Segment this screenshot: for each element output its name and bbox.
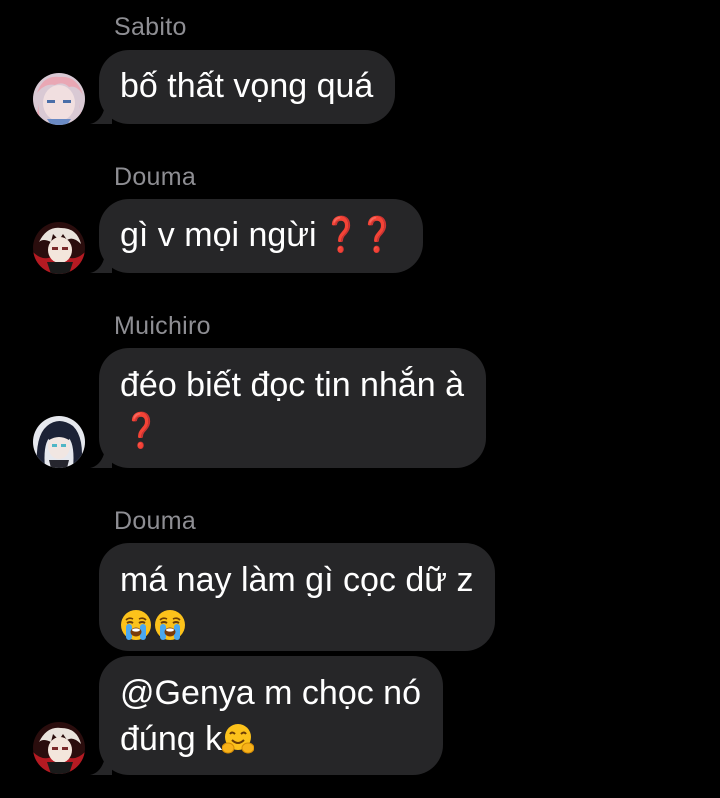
message-text: đéo biết đọc tin nhắn à: [120, 366, 465, 404]
question-mark-icon: ❓❓: [322, 216, 395, 254]
sabito-avatar[interactable]: [33, 73, 85, 125]
loudly-crying-face-icon: [120, 609, 152, 641]
bubble-tail: [90, 446, 112, 468]
message-text: bố thất vọng quá: [120, 67, 374, 105]
bubble-tail: [90, 753, 112, 775]
loudly-crying-face-icon: [154, 609, 186, 641]
question-mark-icon: ❓: [123, 412, 160, 450]
sender-name: Muichiro: [114, 312, 211, 340]
bubble-tail: [90, 102, 112, 124]
sender-name: Douma: [114, 163, 197, 191]
message-bubble[interactable]: đéo biết đọc tin nhắn à ❓: [99, 348, 487, 468]
message-bubble[interactable]: bố thất vọng quá: [99, 50, 396, 124]
message-text: đúng k: [120, 720, 223, 758]
douma-avatar[interactable]: [33, 722, 85, 774]
muichiro-avatar[interactable]: [33, 416, 85, 468]
sender-name: Sabito: [114, 13, 187, 41]
douma-avatar[interactable]: [33, 222, 85, 274]
group-chat-thread: Sabito bố thất vọng quá Douma gì v mọi n…: [0, 0, 720, 798]
message-bubble[interactable]: @Genya m chọc nó đúng k: [99, 656, 443, 775]
message-bubble[interactable]: gì v mọi ngừi ❓❓: [99, 199, 424, 273]
bubble-tail: [90, 251, 112, 273]
message-text: @Genya m chọc nó: [120, 674, 421, 712]
message-text: gì v mọi ngừi: [120, 216, 317, 254]
message-text: má nay làm gì cọc dữ z: [120, 561, 474, 599]
message-bubble[interactable]: má nay làm gì cọc dữ z: [99, 543, 496, 651]
sender-name: Douma: [114, 507, 197, 535]
hugging-face-icon: [222, 723, 255, 755]
